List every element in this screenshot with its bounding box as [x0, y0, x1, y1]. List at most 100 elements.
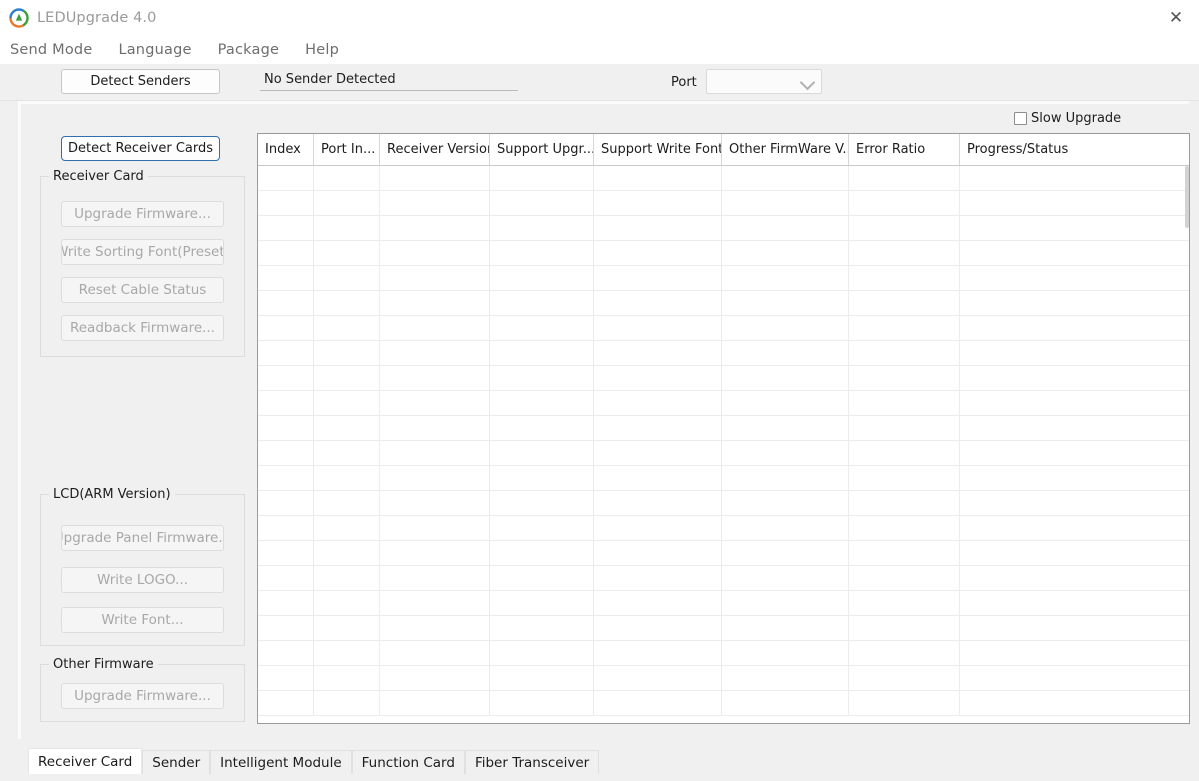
table-row[interactable] [258, 166, 1189, 191]
table-cell[interactable] [849, 466, 960, 490]
table-cell[interactable] [380, 566, 490, 590]
table-cell[interactable] [594, 366, 722, 390]
table-cell[interactable] [314, 416, 380, 440]
table-row[interactable] [258, 641, 1189, 666]
table-cell[interactable] [722, 441, 849, 465]
table-row[interactable] [258, 216, 1189, 241]
table-cell[interactable] [314, 666, 380, 690]
table-cell[interactable] [722, 366, 849, 390]
table-cell[interactable] [258, 666, 314, 690]
table-cell[interactable] [314, 191, 380, 215]
tab-intelligent-module[interactable]: Intelligent Module [210, 750, 352, 774]
table-cell[interactable] [594, 691, 722, 715]
table-cell[interactable] [490, 316, 594, 340]
slow-upgrade-checkbox[interactable]: Slow Upgrade [1014, 111, 1121, 126]
table-cell[interactable] [722, 216, 849, 240]
table-cell[interactable] [849, 516, 960, 540]
table-cell[interactable] [490, 666, 594, 690]
table-cell[interactable] [594, 316, 722, 340]
table-body[interactable] [258, 166, 1189, 716]
table-row[interactable] [258, 591, 1189, 616]
table-cell[interactable] [849, 291, 960, 315]
table-cell[interactable] [258, 291, 314, 315]
table-cell[interactable] [594, 541, 722, 565]
table-cell[interactable] [722, 566, 849, 590]
table-cell[interactable] [594, 566, 722, 590]
table-cell[interactable] [258, 466, 314, 490]
table-cell[interactable] [314, 316, 380, 340]
table-cell[interactable] [722, 241, 849, 265]
table-cell[interactable] [314, 491, 380, 515]
table-cell[interactable] [594, 416, 722, 440]
table-cell[interactable] [960, 316, 1189, 340]
table-cell[interactable] [490, 366, 594, 390]
table-row[interactable] [258, 291, 1189, 316]
table-cell[interactable] [314, 616, 380, 640]
table-cell[interactable] [849, 616, 960, 640]
table-cell[interactable] [490, 566, 594, 590]
table-cell[interactable] [849, 641, 960, 665]
table-cell[interactable] [258, 591, 314, 615]
table-header-cell[interactable]: Other FirmWare V... [722, 134, 849, 165]
table-cell[interactable] [849, 366, 960, 390]
receiver-card-table[interactable]: Index Port In... Receiver Version Support U… [257, 133, 1190, 724]
table-cell[interactable] [258, 691, 314, 715]
table-cell[interactable] [258, 366, 314, 390]
table-cell[interactable] [258, 391, 314, 415]
table-cell[interactable] [722, 341, 849, 365]
table-cell[interactable] [380, 441, 490, 465]
table-cell[interactable] [258, 266, 314, 290]
detect-receiver-cards-button[interactable]: Detect Receiver Cards [61, 136, 220, 161]
table-cell[interactable] [960, 491, 1189, 515]
table-cell[interactable] [380, 241, 490, 265]
table-cell[interactable] [849, 591, 960, 615]
table-cell[interactable] [849, 266, 960, 290]
close-icon[interactable]: ✕ [1153, 0, 1199, 36]
table-cell[interactable] [722, 266, 849, 290]
table-cell[interactable] [314, 591, 380, 615]
table-cell[interactable] [258, 616, 314, 640]
table-cell[interactable] [314, 241, 380, 265]
table-cell[interactable] [380, 641, 490, 665]
table-cell[interactable] [380, 316, 490, 340]
table-cell[interactable] [314, 541, 380, 565]
table-row[interactable] [258, 266, 1189, 291]
menu-item-language[interactable]: Language [118, 42, 191, 58]
table-cell[interactable] [722, 291, 849, 315]
table-row[interactable] [258, 666, 1189, 691]
table-cell[interactable] [960, 391, 1189, 415]
table-cell[interactable] [722, 166, 849, 190]
table-cell[interactable] [849, 416, 960, 440]
table-cell[interactable] [960, 616, 1189, 640]
port-select[interactable] [706, 69, 822, 94]
table-cell[interactable] [960, 416, 1189, 440]
table-cell[interactable] [960, 641, 1189, 665]
table-cell[interactable] [314, 466, 380, 490]
table-cell[interactable] [314, 566, 380, 590]
table-cell[interactable] [490, 516, 594, 540]
table-cell[interactable] [722, 466, 849, 490]
table-cell[interactable] [314, 691, 380, 715]
table-cell[interactable] [380, 341, 490, 365]
table-header-cell[interactable]: Index [258, 134, 314, 165]
detect-senders-button[interactable]: Detect Senders [61, 69, 220, 94]
table-cell[interactable] [849, 391, 960, 415]
table-cell[interactable] [849, 316, 960, 340]
table-cell[interactable] [849, 691, 960, 715]
table-cell[interactable] [722, 516, 849, 540]
table-cell[interactable] [594, 441, 722, 465]
table-row[interactable] [258, 566, 1189, 591]
table-cell[interactable] [960, 541, 1189, 565]
table-row[interactable] [258, 541, 1189, 566]
table-cell[interactable] [849, 491, 960, 515]
menu-item-package[interactable]: Package [218, 42, 280, 58]
table-cell[interactable] [490, 241, 594, 265]
table-cell[interactable] [314, 391, 380, 415]
table-header-cell[interactable]: Receiver Version [380, 134, 490, 165]
table-cell[interactable] [490, 691, 594, 715]
table-cell[interactable] [960, 241, 1189, 265]
table-cell[interactable] [849, 166, 960, 190]
table-cell[interactable] [960, 191, 1189, 215]
table-cell[interactable] [722, 541, 849, 565]
table-cell[interactable] [960, 216, 1189, 240]
